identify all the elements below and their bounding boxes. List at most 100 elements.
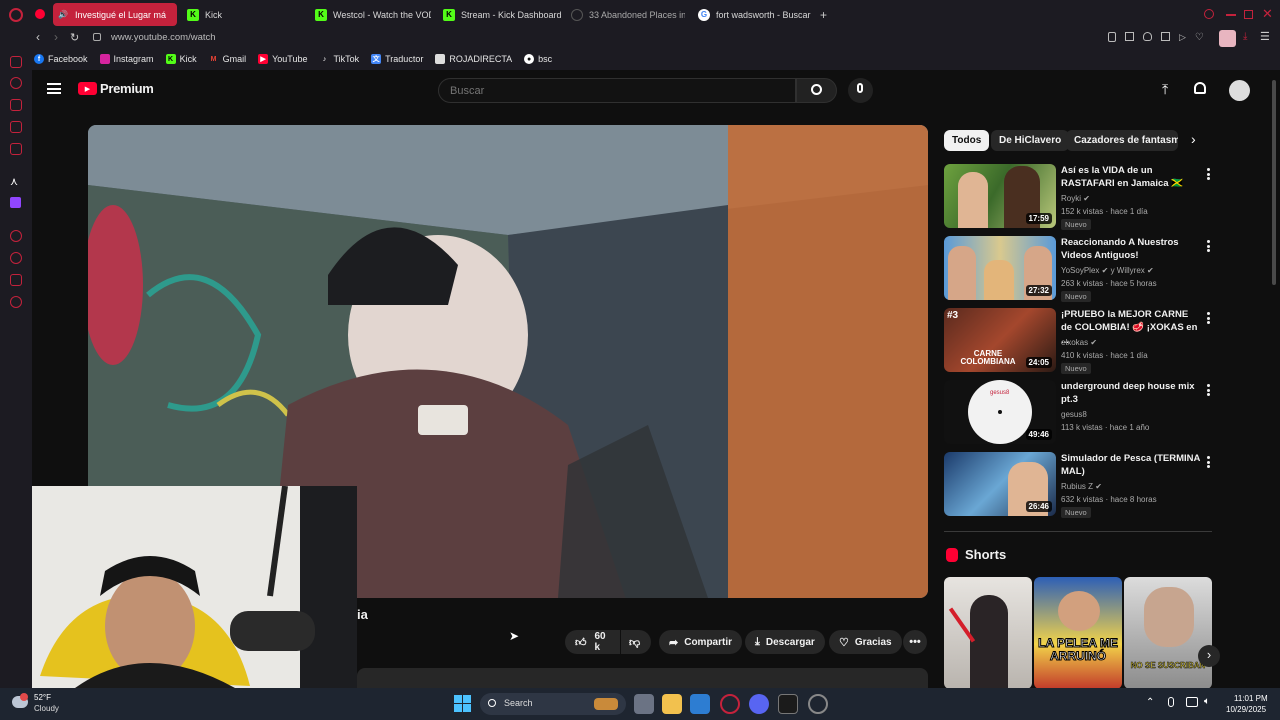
bookmark-gmail[interactable]: M Gmail xyxy=(209,54,246,64)
tab-abandoned-places[interactable]: 33 Abandoned Places in xyxy=(567,3,685,26)
discord-icon[interactable] xyxy=(749,694,769,714)
youtube-premium-logo[interactable]: ▶ Premium xyxy=(78,81,154,96)
task-view-icon[interactable] xyxy=(634,694,654,714)
sidebar-twitch-icon[interactable] xyxy=(10,197,21,208)
close-icon[interactable]: ✕ xyxy=(1262,6,1273,22)
list-item[interactable]: 27:32 Reaccionando A Nuestros Videos Ant… xyxy=(944,236,1214,302)
list-item[interactable]: #3 CARNE COLOMBIANA 24:05 ¡PRUEBO la MEJ… xyxy=(944,308,1214,374)
short-thumbnail[interactable]: NO SE SUSCRIBAN xyxy=(1124,577,1212,688)
start-button[interactable] xyxy=(454,695,471,712)
chip-cazadores[interactable]: Cazadores de fantasmas xyxy=(1066,130,1178,151)
url-field[interactable]: www.youtube.com/watch xyxy=(111,32,216,43)
bookmark-facebook[interactable]: f Facebook xyxy=(34,54,88,64)
notifications-bell-icon[interactable] xyxy=(1194,82,1206,94)
video-title[interactable]: Simulador de Pesca (TERMINA MAL) xyxy=(1061,452,1201,478)
sidebar-app-icon[interactable] xyxy=(10,99,22,111)
new-tab-icon[interactable]: + xyxy=(820,8,827,22)
more-vertical-icon[interactable] xyxy=(1206,384,1210,396)
sidebar-settings-icon[interactable] xyxy=(10,296,22,308)
tab-youtube-video[interactable]: 🔊 Investigué el Lugar má xyxy=(53,3,177,26)
channel-name[interactable]: Rubius Z ✔ xyxy=(1061,482,1102,491)
clock-date[interactable]: 10/29/2025 xyxy=(1226,705,1266,714)
more-actions-button[interactable]: ••• xyxy=(903,630,927,654)
tray-overflow-icon[interactable]: ⌃ xyxy=(1146,697,1154,708)
sidebar-player-icon[interactable] xyxy=(10,230,22,242)
tab-kick[interactable]: K Kick xyxy=(183,3,303,26)
volume-icon[interactable]: 🔈︎ xyxy=(1204,696,1210,707)
sidebar-messenger-icon[interactable] xyxy=(10,121,22,133)
list-item[interactable]: 26:46 Simulador de Pesca (TERMINA MAL) R… xyxy=(944,452,1214,518)
weather-temp[interactable]: 52°F xyxy=(34,693,51,702)
description-box[interactable] xyxy=(357,668,928,688)
thanks-button[interactable]: ♡ Gracias xyxy=(829,630,902,654)
forward-icon[interactable]: › xyxy=(54,30,58,44)
more-vertical-icon[interactable] xyxy=(1206,312,1210,324)
clock-time[interactable]: 11:01 PM xyxy=(1234,694,1268,703)
channel-name[interactable]: YoSoyPlex ✔ y Willyrex ✔ xyxy=(1061,266,1154,275)
opera-logo-icon[interactable] xyxy=(9,8,23,22)
download-button[interactable]: ⤓ Descargar xyxy=(745,630,825,654)
microphone-tray-icon[interactable] xyxy=(1168,697,1174,707)
obs-icon[interactable] xyxy=(778,694,798,714)
hamburger-menu-icon[interactable] xyxy=(47,83,61,94)
more-vertical-icon[interactable] xyxy=(1206,240,1210,252)
video-title[interactable]: Así es la VIDA de un RASTAFARI en Jamaic… xyxy=(1061,164,1201,190)
taskbar-search[interactable]: Search xyxy=(480,693,626,715)
search-input[interactable] xyxy=(438,78,796,103)
list-item[interactable]: gesus8 49:46 underground deep house mix … xyxy=(944,380,1214,444)
file-explorer-icon[interactable] xyxy=(662,694,682,714)
channel-name[interactable]: gesus8 xyxy=(1061,410,1087,419)
heart-icon[interactable]: ♡ xyxy=(1195,32,1204,44)
search-tabs-icon[interactable] xyxy=(1204,9,1214,19)
back-icon[interactable]: ‹ xyxy=(36,30,40,44)
short-thumbnail[interactable]: LA PELEA ME ARRUINÓ xyxy=(1034,577,1122,688)
share-button[interactable]: ➦ Compartir xyxy=(659,630,743,654)
store-icon[interactable] xyxy=(690,694,710,714)
menu-icon[interactable]: ☰ xyxy=(1260,30,1270,43)
more-vertical-icon[interactable] xyxy=(1206,456,1210,468)
snapshot-icon[interactable] xyxy=(1125,32,1134,41)
tab-kick-dashboard[interactable]: K Stream - Kick Dashboard xyxy=(439,3,561,26)
more-vertical-icon[interactable] xyxy=(1206,168,1210,180)
like-button[interactable]: 👍︎ 60 k xyxy=(565,630,620,654)
bookmark-traductor[interactable]: 文 Traductor xyxy=(371,54,423,64)
play-icon[interactable]: ▷ xyxy=(1179,32,1186,44)
voice-search-button[interactable] xyxy=(848,78,873,103)
minimize-icon[interactable] xyxy=(1226,14,1236,16)
channel-name[interactable]: Royki ✔ xyxy=(1061,194,1090,203)
list-item[interactable]: 17:59 Así es la VIDA de un RASTAFARI en … xyxy=(944,164,1214,230)
bookmark-instagram[interactable]: Instagram xyxy=(99,54,154,64)
search-button[interactable] xyxy=(796,78,837,103)
sidebar-ai-icon[interactable] xyxy=(10,77,22,89)
account-avatar[interactable] xyxy=(1229,80,1250,101)
sidebar-aria-icon[interactable] xyxy=(10,56,22,68)
channel-name[interactable]: elxokas ✔ xyxy=(1061,338,1097,347)
translate-icon[interactable] xyxy=(1161,32,1170,41)
sidebar-pinboard-icon[interactable] xyxy=(10,274,22,286)
extension-icons[interactable]: ▷ ♡ xyxy=(1108,32,1208,44)
reload-icon[interactable]: ↻ xyxy=(70,31,79,44)
sidebar-kick-icon[interactable]: ⋏ xyxy=(10,175,18,188)
download-icon[interactable]: ⤓ xyxy=(1243,31,1247,42)
bookmark-tiktok[interactable]: ♪ TikTok xyxy=(319,54,359,64)
tab-google-search[interactable]: G fort wadsworth - Buscar c xyxy=(694,3,812,26)
upload-icon[interactable]: ⤒ xyxy=(1162,81,1168,98)
shorts-next-button[interactable]: › xyxy=(1198,645,1220,667)
sidebar-history-icon[interactable] xyxy=(10,252,22,264)
dislike-button[interactable]: 👎︎ xyxy=(621,630,651,654)
maximize-icon[interactable] xyxy=(1244,10,1253,19)
bookmark-bsc[interactable]: ● bsc xyxy=(524,54,552,64)
profile-avatar[interactable] xyxy=(1219,30,1236,47)
sidebar-gmail-icon[interactable] xyxy=(10,143,22,155)
video-title[interactable]: Reaccionando A Nuestros Videos Antiguos! xyxy=(1061,236,1201,262)
chip-de-hiclavero[interactable]: De HiClavero xyxy=(991,130,1070,151)
short-thumbnail[interactable] xyxy=(944,577,1032,688)
app-icon[interactable] xyxy=(808,694,828,714)
chip-todos[interactable]: Todos xyxy=(944,130,990,151)
page-scrollbar[interactable] xyxy=(1272,80,1276,285)
network-icon[interactable] xyxy=(1186,697,1198,707)
bookmark-rojadirecta[interactable]: ROJADIRECTA xyxy=(435,54,512,64)
pin-icon[interactable] xyxy=(1108,32,1116,42)
chips-next-icon[interactable]: › xyxy=(1191,131,1196,147)
bookmark-kick[interactable]: K Kick xyxy=(165,54,197,64)
